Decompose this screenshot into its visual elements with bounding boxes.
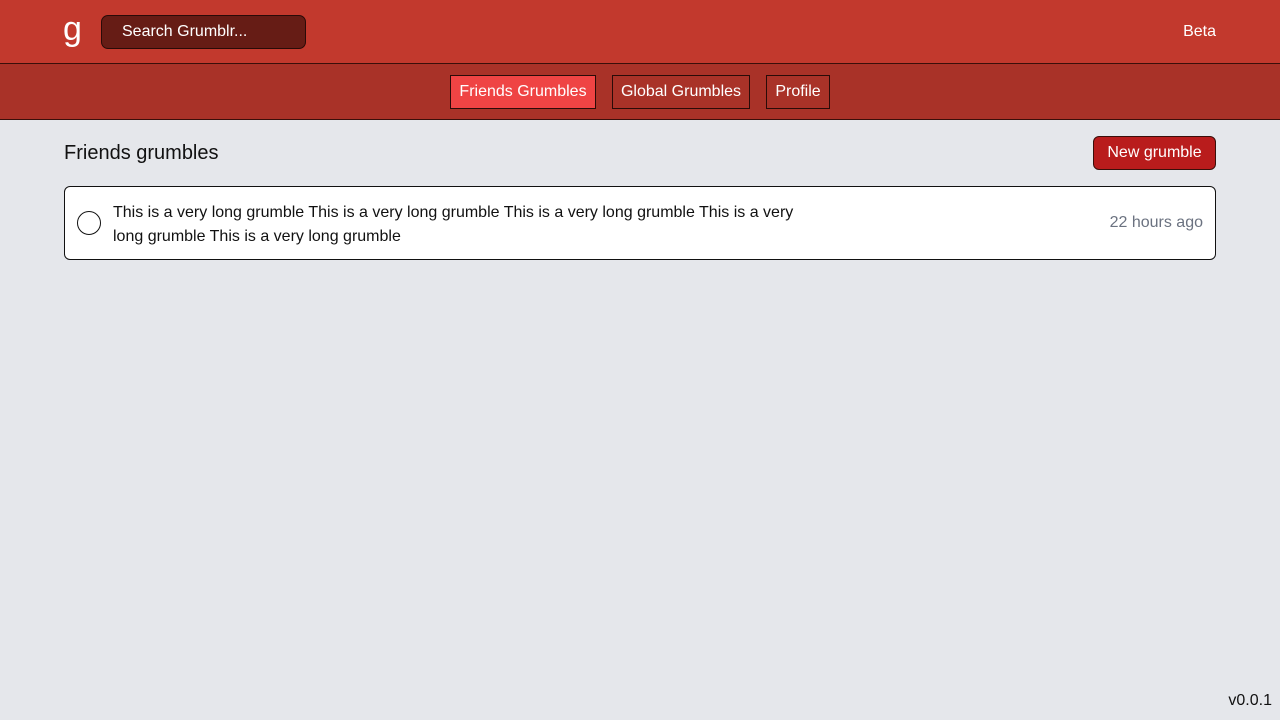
tab-profile[interactable]: Profile: [766, 75, 830, 109]
beta-label: Beta: [1183, 23, 1216, 40]
tab-global-grumbles[interactable]: Global Grumbles: [612, 75, 750, 109]
new-grumble-button[interactable]: New grumble: [1093, 136, 1216, 170]
page-title: Friends grumbles: [64, 142, 219, 164]
grumble-text: This is a very long grumble This is a ve…: [113, 204, 794, 245]
logo[interactable]: g: [63, 12, 82, 46]
grumble-card: This is a very long grumble This is a ve…: [64, 186, 1216, 260]
tab-friends-grumbles[interactable]: Friends Grumbles: [450, 75, 596, 109]
grumble-select-radio[interactable]: [77, 211, 101, 235]
version-label: v0.0.1: [1228, 692, 1272, 709]
top-bar: g Beta: [0, 0, 1280, 64]
grumble-timestamp: 22 hours ago: [1109, 214, 1203, 231]
nav-bar: Friends Grumbles Global Grumbles Profile: [0, 64, 1280, 120]
search-input[interactable]: [101, 15, 306, 49]
